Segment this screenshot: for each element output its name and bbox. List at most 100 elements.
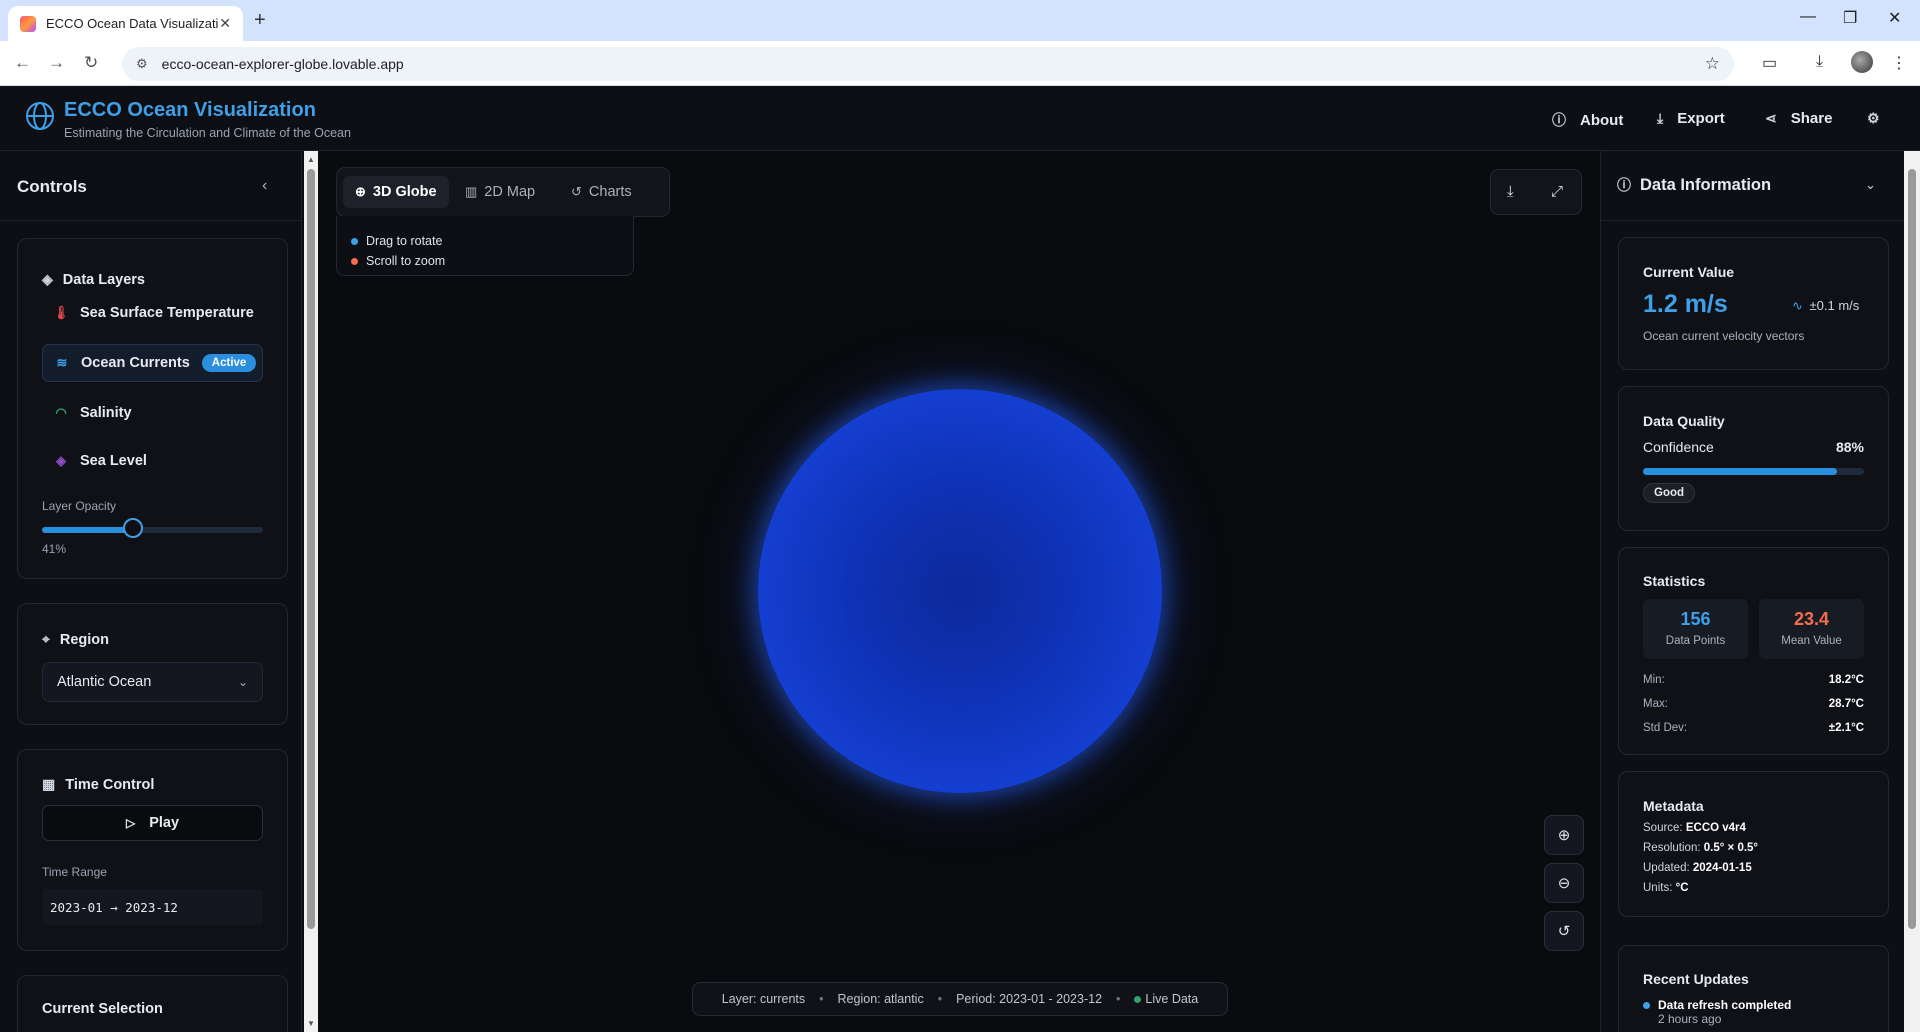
region-select[interactable]: Atlantic Ocean ⌄ (42, 662, 263, 702)
mean-value: 23.4 (1793, 609, 1830, 629)
layer-label: Sea Surface Temperature (80, 305, 254, 321)
rotate-icon: ↺ (571, 184, 582, 199)
active-badge: Active (201, 354, 257, 372)
view-tabs: ⊕ 3D Globe ▥ 2D Map ↺ Charts (336, 167, 670, 217)
reset-view-button[interactable]: ↺ (1544, 911, 1584, 951)
about-button[interactable]: ⓘ About (1552, 110, 1623, 130)
meta-label: Resolution: (1643, 842, 1701, 854)
meta-value: 0.5° × 0.5° (1703, 842, 1759, 854)
url-field[interactable]: ⚙ ecco-ocean-explorer-globe.lovable.app … (122, 47, 1734, 81)
chevron-down-icon[interactable]: ⌄ (1865, 177, 1876, 193)
share-button[interactable]: ⋖ Share (1765, 110, 1832, 127)
site-settings-icon[interactable]: ⚙ (136, 56, 148, 72)
reload-icon[interactable]: ↻ (84, 53, 98, 73)
data-layers-title: Data Layers (62, 271, 145, 288)
view-toolbar: ⤓ ⤢ (1490, 169, 1582, 215)
export-button[interactable]: ⤓ Export (1657, 110, 1725, 127)
scrollbar-thumb[interactable] (307, 169, 315, 929)
activity-icon: ∿ (1792, 298, 1803, 313)
status-live: Live Data (1145, 992, 1199, 1006)
update-item: Data refresh completed 2 hours ago (1643, 998, 1791, 1026)
layer-sea-surface-temperature[interactable]: 🌡︎ Sea Surface Temperature (42, 294, 263, 332)
menu-kebab-icon[interactable]: ⋮ (1891, 53, 1907, 73)
meta-label: Updated: (1643, 862, 1690, 874)
region-title: Region (59, 631, 110, 648)
mean-value-label: Mean Value (1781, 635, 1842, 647)
status-region: Region: atlantic (837, 992, 924, 1006)
collapse-sidebar-icon[interactable]: ‹ (262, 177, 267, 195)
app-title: ECCO Ocean Visualization (64, 99, 316, 121)
gear-icon: ⚙ (1867, 110, 1880, 126)
time-control-title: Time Control (65, 776, 155, 793)
layer-ocean-currents[interactable]: ≋ Ocean Currents Active (42, 344, 263, 382)
ocean-globe[interactable] (758, 389, 1162, 793)
confidence-label: Confidence (1643, 439, 1714, 455)
data-points-value: 156 (1680, 609, 1711, 629)
settings-button[interactable]: ⚙ (1867, 110, 1880, 127)
play-button[interactable]: ▷ Play (42, 805, 263, 841)
blue-dot-icon (351, 237, 358, 245)
stat-row-min: Min: 18.2°C (1643, 674, 1864, 686)
zoom-in-button[interactable]: ⊕ (1544, 815, 1584, 855)
scroll-down-icon[interactable]: ▼ (307, 1019, 315, 1028)
panel-header[interactable]: ⓘ Data Information ⌄ (1601, 151, 1904, 221)
browser-tab-bar: ECCO Ocean Data Visualization ✕ + — ❐ ✕ (0, 0, 1920, 41)
status-layer: Layer: currents (721, 992, 806, 1006)
hint-scroll: Scroll to zoom (351, 254, 445, 268)
page-scrollbar[interactable] (1904, 151, 1920, 1032)
zoom-out-button[interactable]: ⊖ (1544, 863, 1584, 903)
opacity-slider-fill (42, 527, 133, 533)
fullscreen-icon[interactable]: ⤢ (1551, 183, 1563, 200)
layer-sea-level[interactable]: ◈ Sea Level (42, 442, 263, 480)
sidebar-scrollbar[interactable]: ▲ ▼ (304, 151, 318, 1032)
time-range-field[interactable]: 2023-01 → 2023-12 (42, 889, 263, 925)
profile-avatar[interactable] (1851, 51, 1873, 73)
metadata-card: Metadata Source: ECCO v4r4 Resolution: 0… (1618, 771, 1889, 917)
cast-icon[interactable]: ▭ (1762, 53, 1777, 73)
scrollbar-thumb[interactable] (1908, 169, 1916, 929)
minimize-icon[interactable]: — (1800, 8, 1816, 26)
back-icon[interactable]: ← (14, 53, 31, 73)
opacity-slider-track[interactable] (42, 527, 263, 533)
browser-tab[interactable]: ECCO Ocean Data Visualization ✕ (8, 6, 243, 41)
download-icon[interactable]: ⤓ (1816, 53, 1823, 71)
opacity-value: 41% (42, 542, 67, 556)
current-value: 1.2 m/s (1643, 290, 1728, 318)
tab-charts[interactable]: ↺ Charts (559, 176, 644, 208)
stat-label: Min: (1643, 674, 1665, 686)
download-icon[interactable]: ⤓ (1507, 183, 1514, 200)
bookmark-star-icon[interactable]: ☆ (1705, 54, 1720, 74)
new-tab-icon[interactable]: + (254, 9, 266, 32)
data-information-panel: ⓘ Data Information ⌄ Current Value 1.2 m… (1600, 151, 1904, 1032)
recent-updates-card: Recent Updates Data refresh completed 2 … (1618, 945, 1889, 1032)
close-window-icon[interactable]: ✕ (1888, 8, 1901, 28)
mean-value-stat: 23.4 Mean Value (1759, 599, 1864, 659)
hint-drag: Drag to rotate (351, 234, 442, 248)
recent-updates-heading: Recent Updates (1643, 971, 1749, 987)
sidebar-header: Controls ‹ (0, 151, 301, 221)
tab-title: ECCO Ocean Data Visualization (46, 16, 220, 31)
separator-dot: • (1116, 992, 1121, 1006)
hint-text: Scroll to zoom (366, 254, 446, 268)
region-selected-value: Atlantic Ocean (57, 674, 152, 690)
opacity-slider-thumb[interactable] (122, 518, 143, 538)
panel-title: ⓘ Data Information (1617, 175, 1771, 195)
meta-label: Source: (1643, 822, 1683, 834)
statistics-heading: Statistics (1643, 573, 1706, 589)
waves-icon: ≋ (56, 355, 68, 370)
meta-value: 2024-01-15 (1692, 862, 1752, 874)
app-header: ECCO Ocean Visualization Estimating the … (0, 86, 1920, 151)
tab-2d-map[interactable]: ▥ 2D Map (453, 176, 547, 208)
restore-icon[interactable]: ❐ (1843, 8, 1857, 28)
confidence-bar-fill (1643, 468, 1838, 475)
tab-3d-globe[interactable]: ⊕ 3D Globe (343, 176, 449, 208)
layer-salinity[interactable]: ◠ Salinity (42, 394, 263, 432)
controls-sidebar: Controls ‹ ◈ Data Layers 🌡︎ Sea Surface … (0, 151, 302, 1032)
forward-icon[interactable]: → (48, 53, 65, 73)
scroll-up-icon[interactable]: ▲ (307, 155, 315, 164)
gauge-icon: ◠ (55, 405, 67, 420)
calendar-icon: ▦ (42, 776, 56, 792)
globe-icon: ⊕ (355, 184, 366, 199)
close-tab-icon[interactable]: ✕ (219, 15, 231, 32)
current-delta: ∿ ±0.1 m/s (1792, 298, 1859, 314)
